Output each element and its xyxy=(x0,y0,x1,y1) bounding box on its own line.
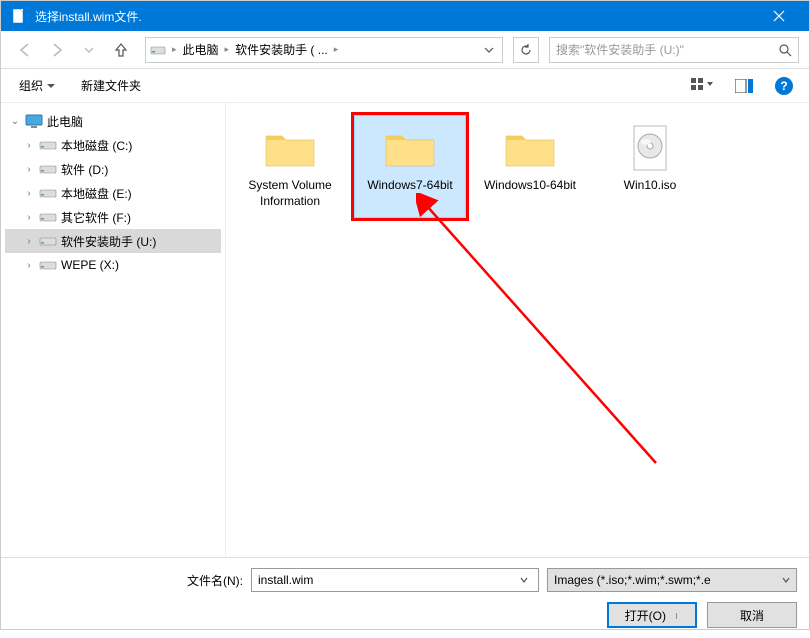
drive-icon xyxy=(39,258,57,272)
folder-item[interactable]: System Volume Information xyxy=(234,115,346,218)
open-button[interactable]: 打开(O) xyxy=(607,602,697,628)
close-button[interactable] xyxy=(759,1,799,31)
main-area: ⌄ 此电脑 › 本地磁盘 (C:) › 软件 (D:) › 本地磁盘 (E:) … xyxy=(1,103,809,557)
organize-button[interactable]: 组织 xyxy=(13,73,61,98)
drive-icon xyxy=(39,234,57,248)
annotation-arrow xyxy=(416,193,676,473)
organize-label: 组织 xyxy=(19,77,43,94)
collapse-icon[interactable]: ⌄ xyxy=(9,116,21,127)
expand-icon[interactable]: › xyxy=(23,140,35,151)
open-button-label: 打开(O) xyxy=(625,609,666,623)
help-icon: ? xyxy=(775,77,793,95)
expand-icon[interactable]: › xyxy=(23,212,35,223)
search-box[interactable] xyxy=(549,37,799,63)
sidebar-item-label: 其它软件 (F:) xyxy=(61,209,131,226)
breadcrumb-label: 软件安装助手 ( ... xyxy=(235,41,328,58)
breadcrumb-this-pc[interactable]: 此电脑 xyxy=(179,41,223,58)
drive-icon xyxy=(39,210,57,224)
file-icon xyxy=(11,8,27,24)
filename-input-wrap[interactable] xyxy=(251,568,539,592)
filename-label: 文件名(N): xyxy=(13,572,243,589)
sidebar: ⌄ 此电脑 › 本地磁盘 (C:) › 软件 (D:) › 本地磁盘 (E:) … xyxy=(1,103,226,557)
help-button[interactable]: ? xyxy=(771,73,797,99)
sidebar-item-drive[interactable]: › 软件 (D:) xyxy=(5,157,221,181)
chevron-right-icon[interactable]: ▸ xyxy=(170,44,179,55)
sidebar-item-label: 本地磁盘 (E:) xyxy=(61,185,132,202)
chevron-right-icon[interactable]: ▸ xyxy=(223,44,232,55)
chevron-right-icon[interactable]: ▸ xyxy=(332,44,341,55)
folder-icon xyxy=(382,124,438,172)
pc-icon xyxy=(25,114,43,128)
expand-icon[interactable]: › xyxy=(23,164,35,175)
sidebar-item-drive[interactable]: › 本地磁盘 (C:) xyxy=(5,133,221,157)
filename-input[interactable] xyxy=(258,573,516,587)
drive-icon xyxy=(39,186,57,200)
sidebar-item-drive[interactable]: › 软件安装助手 (U:) xyxy=(5,229,221,253)
drive-icon xyxy=(39,162,57,176)
folder-item[interactable]: Windows7-64bit xyxy=(354,115,466,218)
file-name-label: Windows10-64bit xyxy=(484,178,576,194)
forward-button[interactable] xyxy=(43,36,71,64)
refresh-button[interactable] xyxy=(513,37,539,63)
file-name-label: Windows7-64bit xyxy=(367,178,452,194)
new-folder-button[interactable]: 新建文件夹 xyxy=(75,73,147,98)
breadcrumb-current[interactable]: 软件安装助手 ( ... xyxy=(231,41,332,58)
sidebar-item-label: 本地磁盘 (C:) xyxy=(61,137,132,154)
folder-icon xyxy=(262,124,318,172)
filter-text: Images (*.iso;*.wim;*.swm;*.e xyxy=(554,573,782,587)
breadcrumb-label: 此电脑 xyxy=(183,41,219,58)
toolbar: 组织 新建文件夹 ? xyxy=(1,69,809,103)
expand-icon[interactable]: › xyxy=(23,236,35,247)
filename-dropdown[interactable] xyxy=(516,576,532,584)
window-title: 选择install.wim文件. xyxy=(35,8,759,25)
recent-locations-dropdown[interactable] xyxy=(75,36,103,64)
folder-item[interactable]: Windows10-64bit xyxy=(474,115,586,218)
sidebar-item-drive[interactable]: › 其它软件 (F:) xyxy=(5,205,221,229)
folder-icon xyxy=(502,124,558,172)
titlebar: 选择install.wim文件. xyxy=(1,1,809,31)
address-bar[interactable]: ▸ 此电脑 ▸ 软件安装助手 ( ... ▸ xyxy=(145,37,503,63)
view-grid-button[interactable] xyxy=(687,74,717,98)
file-content-area[interactable]: System Volume Information Windows7-64bit… xyxy=(226,103,809,557)
new-folder-label: 新建文件夹 xyxy=(81,77,141,94)
cancel-button[interactable]: 取消 xyxy=(707,602,797,628)
drive-icon xyxy=(39,138,57,152)
preview-pane-button[interactable] xyxy=(731,75,757,97)
back-button[interactable] xyxy=(11,36,39,64)
address-dropdown[interactable] xyxy=(480,45,498,55)
search-icon[interactable] xyxy=(778,43,792,57)
filter-select[interactable]: Images (*.iso;*.wim;*.swm;*.e xyxy=(547,568,797,592)
iso-file-icon xyxy=(622,124,678,172)
footer: 文件名(N): Images (*.iso;*.wim;*.swm;*.e 打开… xyxy=(1,557,809,638)
sidebar-item-drive[interactable]: › 本地磁盘 (E:) xyxy=(5,181,221,205)
sidebar-item-label: WEPE (X:) xyxy=(61,258,119,272)
drive-icon xyxy=(150,44,166,56)
tree-root-label: 此电脑 xyxy=(47,113,83,130)
sidebar-item-label: 软件安装助手 (U:) xyxy=(61,233,156,250)
file-name-label: Win10.iso xyxy=(624,178,677,194)
up-button[interactable] xyxy=(107,36,135,64)
sidebar-item-drive[interactable]: › WEPE (X:) xyxy=(5,253,221,277)
search-input[interactable] xyxy=(556,43,778,57)
file-item[interactable]: Win10.iso xyxy=(594,115,706,218)
expand-icon[interactable]: › xyxy=(23,260,35,271)
tree-root-this-pc[interactable]: ⌄ 此电脑 xyxy=(5,109,221,133)
navigation-bar: ▸ 此电脑 ▸ 软件安装助手 ( ... ▸ xyxy=(1,31,809,69)
file-name-label: System Volume Information xyxy=(239,178,341,209)
sidebar-item-label: 软件 (D:) xyxy=(61,161,108,178)
expand-icon[interactable]: › xyxy=(23,188,35,199)
